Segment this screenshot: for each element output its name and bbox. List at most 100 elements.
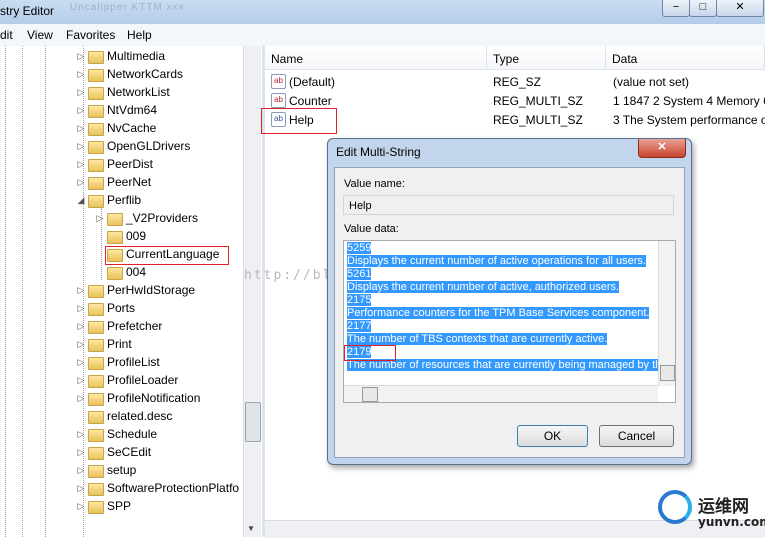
expand-arrow-icon[interactable]: ▷ <box>76 429 86 440</box>
tree-node-label: Ports <box>107 301 136 315</box>
highlight-currentlanguage <box>105 246 229 265</box>
folder-icon <box>107 213 123 226</box>
menu-favorites[interactable]: Favorites <box>66 28 115 42</box>
tree-node-label: _V2Providers <box>126 211 199 225</box>
tree-node-label: PerHwIdStorage <box>107 283 196 297</box>
value-row[interactable]: ab Counter REG_MULTI_SZ 1 1847 2 System … <box>265 91 765 110</box>
edit-multi-string-dialog: Edit Multi-String ✕ Value name: Help Val… <box>327 138 692 465</box>
dialog-body: Value name: Help Value data: 5259 Displa… <box>334 167 685 458</box>
tree-node-label: Schedule <box>107 427 158 441</box>
folder-icon <box>88 177 104 190</box>
tree-guide-line <box>5 46 6 537</box>
expand-arrow-icon[interactable]: ▷ <box>95 213 105 224</box>
yunvn-logo: 运维网 yunvn.com <box>654 488 765 536</box>
expand-arrow-icon[interactable]: ◢ <box>76 195 86 206</box>
expand-arrow-icon[interactable]: ▷ <box>76 321 86 332</box>
expand-arrow-icon[interactable]: ▷ <box>76 159 86 170</box>
folder-icon <box>88 123 104 136</box>
value-data: (value not set) <box>613 75 690 89</box>
data-line: 2175 <box>347 294 372 306</box>
column-header-name[interactable]: Name <box>265 46 487 70</box>
expand-arrow-icon[interactable]: ▷ <box>76 141 86 152</box>
folder-icon <box>88 195 104 208</box>
maximize-button[interactable]: □ <box>689 0 717 17</box>
expand-arrow-icon[interactable]: ▷ <box>76 483 86 494</box>
menu-help[interactable]: Help <box>127 28 152 42</box>
tree-node-label: 009 <box>126 229 147 243</box>
data-line: Performance counters for the TPM Base Se… <box>347 307 650 319</box>
tree-node-label: Print <box>107 337 132 351</box>
textarea-hscroll-thumb[interactable] <box>362 387 378 402</box>
menu-bar: dit View Favorites Help <box>0 24 765 47</box>
value-data: 1 1847 2 System 4 Memory 6 <box>613 94 765 108</box>
textarea-vscroll-thumb[interactable] <box>660 365 675 381</box>
close-button[interactable]: ✕ <box>716 0 764 17</box>
tree-node-label: SeCEdit <box>107 445 152 459</box>
menu-view[interactable]: View <box>27 28 53 42</box>
expand-arrow-icon[interactable]: ▷ <box>76 285 86 296</box>
folder-icon <box>88 105 104 118</box>
data-line: 2177 <box>347 320 372 332</box>
window-title: stry Editor <box>0 4 55 18</box>
scroll-down-arrow-icon[interactable]: ▼ <box>247 524 255 533</box>
folder-icon <box>88 339 104 352</box>
value-data-textarea[interactable]: 5259 Displays the current number of acti… <box>343 240 676 403</box>
title-bar: stry Editor Uncalipper KTTM xxx − □ ✕ <box>0 0 765 24</box>
folder-icon <box>88 393 104 406</box>
highlight-2179 <box>344 345 396 361</box>
expand-arrow-icon[interactable]: ▷ <box>76 303 86 314</box>
textarea-vertical-scrollbar[interactable] <box>658 241 675 386</box>
expand-arrow-icon[interactable]: ▷ <box>76 51 86 62</box>
tree-node-label: ProfileNotification <box>107 391 201 405</box>
column-header-type[interactable]: Type <box>487 46 606 70</box>
expand-arrow-icon[interactable]: ▷ <box>76 123 86 134</box>
expand-arrow-icon[interactable]: ▷ <box>76 375 86 386</box>
tree-node-label: NetworkList <box>107 85 170 99</box>
value-type: REG_MULTI_SZ <box>493 94 583 108</box>
value-row[interactable]: ab Help REG_MULTI_SZ 3 The System perfor… <box>265 110 765 129</box>
tree-node-label: NetworkCards <box>107 67 184 81</box>
folder-icon <box>88 303 104 316</box>
menu-edit[interactable]: dit <box>0 28 13 42</box>
expand-arrow-icon[interactable]: ▷ <box>76 465 86 476</box>
value-name-field: Help <box>343 195 674 215</box>
expand-arrow-icon[interactable]: ▷ <box>76 177 86 188</box>
tree-scrollbar[interactable]: ▼ <box>243 46 261 537</box>
tree-node-label: 004 <box>126 265 147 279</box>
folder-icon <box>88 51 104 64</box>
minimize-button[interactable]: − <box>662 0 690 17</box>
folder-icon <box>88 87 104 100</box>
expand-arrow-icon[interactable]: ▷ <box>76 339 86 350</box>
expand-arrow-icon[interactable]: ▷ <box>76 87 86 98</box>
tree-node-label: NtVdm64 <box>107 103 158 117</box>
column-header-data[interactable]: Data <box>606 46 765 70</box>
folder-icon <box>88 375 104 388</box>
tree-scrollbar-thumb[interactable] <box>245 402 261 442</box>
expand-arrow-icon[interactable]: ▷ <box>76 501 86 512</box>
string-value-icon: ab <box>271 74 286 89</box>
tree-node-label: NvCache <box>107 121 157 135</box>
value-type: REG_SZ <box>493 75 542 89</box>
cancel-button[interactable]: Cancel <box>599 425 674 447</box>
expand-arrow-icon[interactable]: ▷ <box>76 447 86 458</box>
dialog-close-button[interactable]: ✕ <box>638 139 686 158</box>
tree-node-label: setup <box>107 463 137 477</box>
value-row[interactable]: ab (Default) REG_SZ (value not set) <box>265 72 765 91</box>
tree-node-label: Perflib <box>107 193 142 207</box>
expand-arrow-icon[interactable]: ▷ <box>76 357 86 368</box>
ok-button[interactable]: OK <box>517 425 588 447</box>
folder-icon <box>88 483 104 496</box>
logo-ring-icon <box>658 490 692 524</box>
expand-arrow-icon[interactable]: ▷ <box>76 69 86 80</box>
textarea-horizontal-scrollbar[interactable] <box>344 385 658 402</box>
expand-arrow-icon[interactable]: ▷ <box>76 393 86 404</box>
data-line: Displays the current number of active, a… <box>347 281 620 293</box>
expand-arrow-icon[interactable]: ▷ <box>76 105 86 116</box>
value-name: (Default) <box>289 75 336 89</box>
tree-node-label: ProfileLoader <box>107 373 179 387</box>
folder-icon <box>88 411 104 424</box>
tree-guide-line <box>45 46 46 537</box>
tree-node-label: Prefetcher <box>107 319 163 333</box>
tree-guide-line <box>22 46 23 537</box>
folder-icon <box>88 285 104 298</box>
